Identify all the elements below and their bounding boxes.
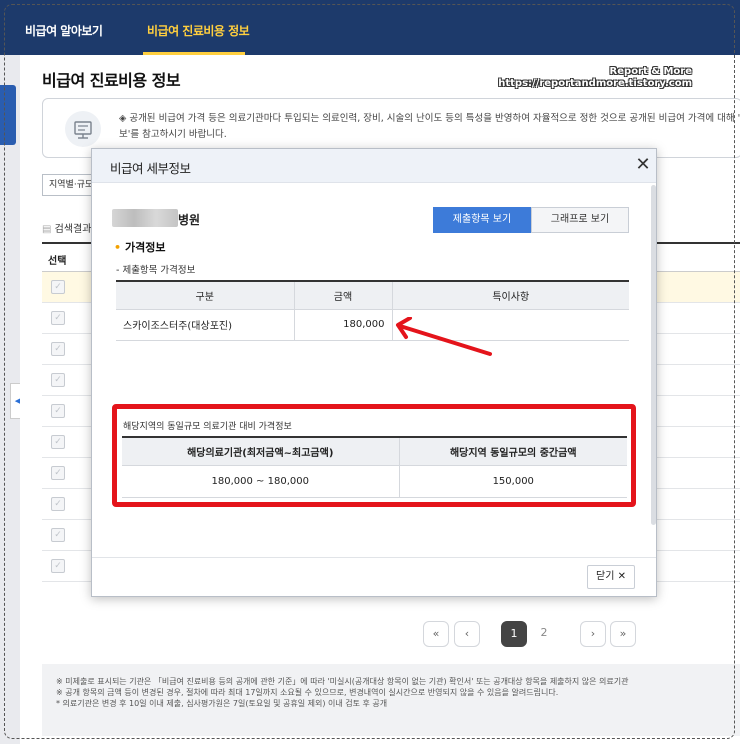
row-checkbox[interactable]: ✓ — [51, 466, 65, 480]
cell-amount: 180,000 — [294, 309, 393, 341]
modal-scrollbar[interactable] — [651, 185, 656, 525]
row-checkbox[interactable]: ✓ — [51, 404, 65, 418]
compare-caption: 해당지역의 동일규모 의료기관 대비 가격정보 — [123, 422, 292, 432]
bullet-icon: • — [114, 241, 122, 254]
page-title: 비급여 진료비용 정보 — [42, 71, 181, 90]
notice-line-1: ◈ 공개된 비급여 가격 등은 의료기관마다 투입되는 의료인력, 장비, 시술… — [119, 113, 740, 124]
detail-modal: 비급여 세부정보 ✕ 병원 제출항목 보기 그래프로 보기 • 가격정보 - 제출… — [91, 148, 657, 597]
watermark: Report & More https://reportandmore.tist… — [498, 66, 692, 90]
col-amount: 금액 — [294, 280, 393, 310]
notice-text: ◈ 공개된 비급여 가격 등은 의료기관마다 투입되는 의료인력, 장비, 시술… — [119, 111, 740, 143]
close-icon: ✕ — [617, 571, 626, 582]
section-price-title: • 가격정보 — [114, 239, 166, 255]
footnote-2: ※ 공개 항목의 금액 등이 변경된 경우, 절차에 따라 최대 17일까지 소… — [56, 688, 559, 697]
cell-hospital-range: 180,000 ~ 180,000 — [122, 465, 400, 498]
close-icon[interactable]: ✕ — [633, 155, 653, 175]
hospital-name-suffix: 병원 — [178, 213, 201, 227]
col-category: 구분 — [116, 280, 295, 310]
price-table: 구분 금액 특이사항 스카이조스터주(대상포진) 180,000 — [116, 280, 629, 341]
watermark-line2: https://reportandmore.tistory.com — [498, 78, 692, 89]
prev-page-button[interactable]: ‹ — [454, 621, 480, 647]
list-icon: ▤ — [42, 224, 55, 235]
row-checkbox[interactable]: ✓ — [51, 311, 65, 325]
footnote-1: ※ 미제출로 표시되는 기관은 「비급여 진료비용 등의 공개에 관한 기준」에… — [56, 677, 629, 686]
footnotes: ※ 미제출로 표시되는 기관은 「비급여 진료비용 등의 공개에 관한 기준」에… — [42, 664, 740, 736]
cell-region-median: 150,000 — [399, 465, 627, 498]
compare-highlight-box: 해당지역의 동일규모 의료기관 대비 가격정보 해당의료기관(최저금액~최고금액… — [112, 404, 636, 507]
search-result-text: 검색결과 — [54, 224, 92, 235]
column-select: 선택 — [48, 256, 67, 267]
region-select[interactable]: 지역별·규모별 — [42, 174, 92, 196]
cell-category: 스카이조스터주(대상포진) — [116, 309, 295, 341]
top-navigation: 비급여 알아보기 비급여 진료비용 정보 — [0, 0, 740, 55]
page-1-button[interactable]: 1 — [501, 621, 527, 647]
section-price-label: 가격정보 — [125, 241, 166, 254]
row-checkbox[interactable]: ✓ — [51, 435, 65, 449]
notice-line-2: 보'를 참고하시기 바랍니다. — [119, 129, 227, 140]
col-hospital-range: 해당의료기관(최저금액~최고금액) — [122, 436, 400, 466]
sidebar-highlight — [0, 85, 16, 145]
row-checkbox[interactable]: ✓ — [51, 497, 65, 511]
sub-price-title: - 제출항목 가격정보 — [116, 265, 196, 276]
search-result-label: ▤ 검색결과 — [42, 220, 92, 235]
document-icon — [65, 111, 101, 147]
next-page-button[interactable]: › — [580, 621, 606, 647]
col-region-median: 해당지역 동일규모의 중간금액 — [399, 436, 627, 466]
hospital-name-redacted — [112, 209, 178, 227]
table-row: 180,000 ~ 180,000 150,000 — [122, 465, 627, 498]
col-note: 특이사항 — [392, 280, 629, 310]
red-arrow-annotation — [396, 317, 492, 356]
table-row: 스카이조스터주(대상포진) 180,000 — [116, 309, 629, 341]
tab-noncovered-info[interactable]: 비급여 알아보기 — [25, 22, 103, 39]
row-checkbox[interactable]: ✓ — [51, 280, 65, 294]
row-checkbox[interactable]: ✓ — [51, 342, 65, 356]
first-page-button[interactable]: « — [423, 621, 449, 647]
modal-title: 비급여 세부정보 — [110, 161, 191, 176]
row-checkbox[interactable]: ✓ — [51, 373, 65, 387]
footnote-3: * 의료기관은 변경 후 10일 이내 제출, 심사평가원은 7일(토요일 및 … — [56, 699, 388, 708]
row-checkbox[interactable]: ✓ — [51, 559, 65, 573]
compare-table: 해당의료기관(최저금액~최고금액) 해당지역 동일규모의 중간금액 180,00… — [122, 436, 627, 498]
modal-footer-divider — [92, 557, 656, 558]
watermark-line1: Report & More — [609, 66, 692, 77]
tab-noncovered-cost[interactable]: 비급여 진료비용 정보 — [147, 22, 250, 39]
modal-header: 비급여 세부정보 ✕ — [92, 149, 656, 183]
page-2-button[interactable]: 2 — [531, 621, 557, 647]
last-page-button[interactable]: » — [610, 621, 636, 647]
close-button[interactable]: 닫기 ✕ — [587, 565, 635, 589]
close-button-label: 닫기 — [596, 571, 615, 582]
view-items-button[interactable]: 제출항목 보기 — [433, 207, 531, 233]
view-graph-button[interactable]: 그래프로 보기 — [531, 207, 629, 233]
row-checkbox[interactable]: ✓ — [51, 528, 65, 542]
